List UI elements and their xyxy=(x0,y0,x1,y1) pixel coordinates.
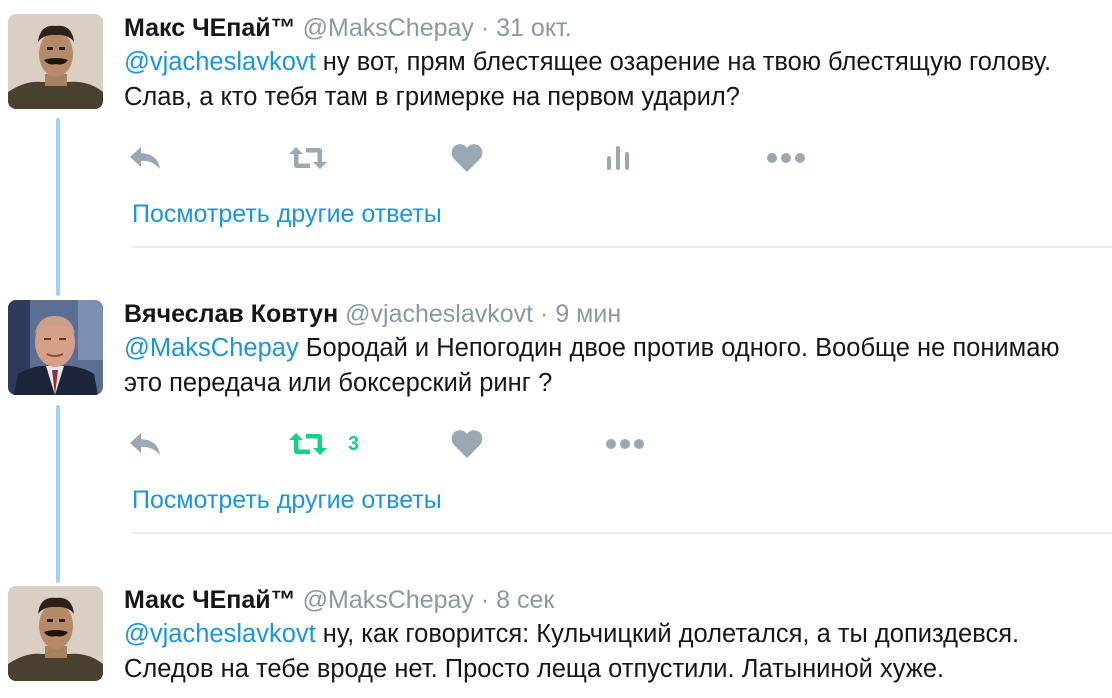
author-handle[interactable]: @MaksChepay xyxy=(303,586,474,614)
divider xyxy=(132,532,1112,534)
divider xyxy=(132,246,1112,248)
timestamp[interactable]: 31 окт. xyxy=(496,14,572,42)
view-more-replies-link[interactable]: Посмотреть другие ответы xyxy=(132,200,442,229)
more-button[interactable] xyxy=(605,424,645,464)
separator: · xyxy=(480,14,490,42)
like-icon xyxy=(451,144,483,172)
tweet[interactable]: Вячеслав Ковтун @vjacheslavkovt · 9 мин … xyxy=(0,286,1112,541)
reply-button[interactable] xyxy=(128,424,162,464)
author-name[interactable]: Макс ЧЕпай™ xyxy=(124,14,296,42)
avatar[interactable] xyxy=(8,14,103,109)
tweet-actions xyxy=(124,138,844,178)
like-button[interactable] xyxy=(451,138,483,178)
retweet-icon xyxy=(289,147,327,169)
mention-link[interactable]: @vjacheslavkovt xyxy=(124,48,316,76)
separator: · xyxy=(480,586,490,614)
retweet-count: 3 xyxy=(348,432,360,455)
view-more-replies-link[interactable]: Посмотреть другие ответы xyxy=(132,486,442,515)
avatar[interactable] xyxy=(8,586,103,681)
tweet-text: @vjacheslavkovt ну вот, прям блестящее о… xyxy=(124,45,1104,115)
reply-icon xyxy=(130,433,160,455)
retweet-button[interactable] xyxy=(288,138,328,178)
author-handle[interactable]: @vjacheslavkovt xyxy=(345,300,533,328)
author-name[interactable]: Вячеслав Ковтун xyxy=(124,300,338,328)
more-icon xyxy=(767,153,805,163)
avatar-image xyxy=(8,300,103,395)
tweet-text: @MaksChepay Бородай и Непогодин двое про… xyxy=(124,331,1104,401)
analytics-icon xyxy=(607,146,629,170)
tweet[interactable]: Макс ЧЕпай™ @MaksChepay · 8 сек @vjaches… xyxy=(0,572,1112,698)
avatar-image xyxy=(8,586,103,681)
reply-button[interactable] xyxy=(128,138,162,178)
author-handle[interactable]: @MaksChepay xyxy=(303,14,474,42)
like-button[interactable] xyxy=(451,424,483,464)
mention-link[interactable]: @MaksChepay xyxy=(124,334,299,362)
more-icon xyxy=(606,439,644,449)
timestamp[interactable]: 8 сек xyxy=(496,586,554,614)
tweet-actions: 3 xyxy=(124,424,844,464)
timestamp[interactable]: 9 мин xyxy=(555,300,621,328)
reply-icon xyxy=(130,147,160,169)
separator: · xyxy=(540,300,549,328)
tweet[interactable]: Макс ЧЕпай™ @MaksChepay · 31 окт. @vjach… xyxy=(0,0,1112,255)
mention-link[interactable]: @vjacheslavkovt xyxy=(124,620,316,648)
retweet-button[interactable]: 3 xyxy=(288,424,359,464)
avatar[interactable] xyxy=(8,300,103,395)
more-button[interactable] xyxy=(766,138,806,178)
avatar-image xyxy=(8,14,103,109)
retweet-icon xyxy=(289,433,327,455)
analytics-button[interactable] xyxy=(605,138,631,178)
tweet-text: @vjacheslavkovt ну, как говорится: Кульч… xyxy=(124,617,1104,687)
author-name[interactable]: Макс ЧЕпай™ xyxy=(124,586,296,614)
like-icon xyxy=(451,430,483,458)
